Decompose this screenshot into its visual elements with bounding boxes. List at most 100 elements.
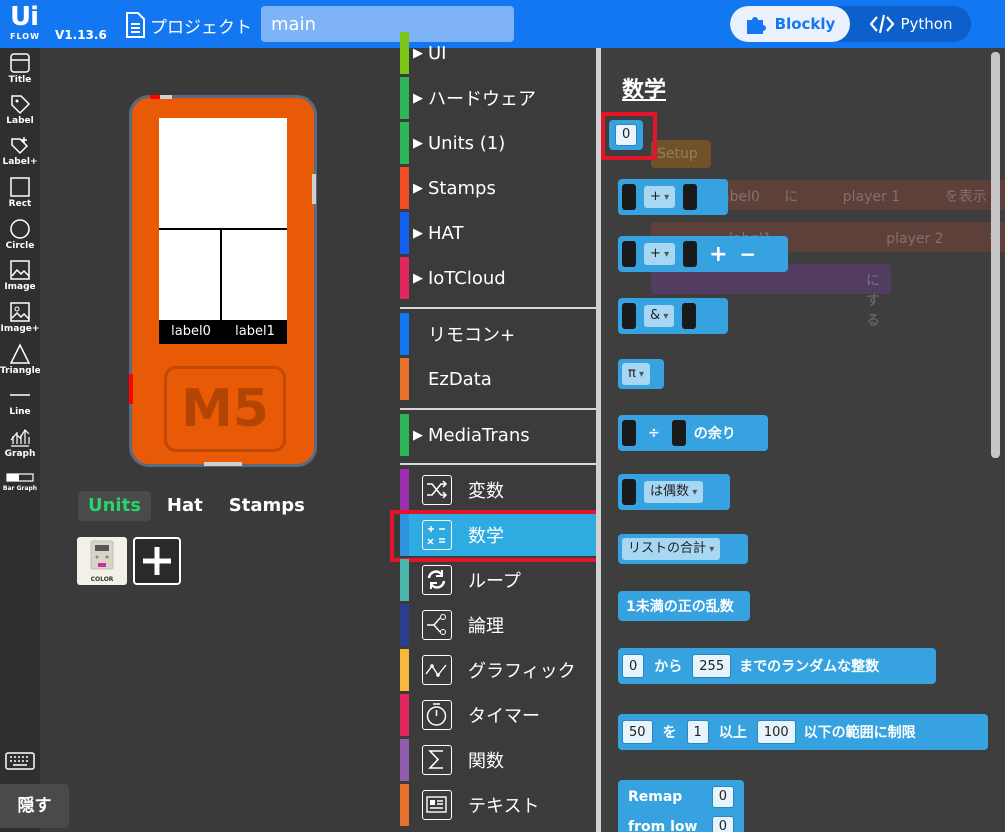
tool-image-plus[interactable]: Image+ (0, 301, 40, 334)
tool-line[interactable]: Line (0, 384, 40, 417)
screen-label0[interactable]: label0 (159, 320, 223, 344)
image-icon (10, 260, 30, 280)
constant-block[interactable]: π (618, 359, 664, 389)
device-top-button (160, 95, 172, 99)
operator-dropdown[interactable]: + (644, 186, 676, 208)
device-side-indicator (129, 374, 133, 404)
mode-switch[interactable]: Blockly Python (730, 6, 971, 42)
device-screen[interactable]: label0 label1 (159, 118, 287, 344)
operator-dropdown[interactable]: + (644, 243, 676, 265)
remainder-block[interactable]: ÷ の余り (618, 415, 768, 451)
category-variables[interactable]: 変数 (400, 469, 596, 511)
tool-image[interactable]: Image (0, 259, 40, 292)
category-remocon[interactable]: リモコン+ (400, 313, 596, 355)
screen-rect-left[interactable] (159, 230, 222, 320)
input-slot (671, 420, 686, 446)
ghost-text: に (784, 189, 799, 205)
flyout-scrollbar[interactable] (991, 52, 1000, 458)
category-stamps[interactable]: ▶ Stamps (400, 167, 596, 209)
category-timer[interactable]: タイマー (400, 694, 596, 736)
tool-title[interactable]: Title (0, 52, 40, 85)
project-label: プロジェクト (150, 17, 252, 38)
number-property-block[interactable]: は偶数 (618, 474, 730, 510)
tool-label-plus[interactable]: Label+ (0, 134, 40, 167)
tool-label: Label+ (2, 157, 38, 167)
remap-row: Remap 0 (628, 786, 734, 808)
bitwise-dropdown[interactable]: & (644, 305, 675, 327)
category-functions[interactable]: 関数 (400, 739, 596, 781)
category-color-bar (400, 77, 409, 119)
screen-label1[interactable]: label1 (223, 320, 287, 344)
category-loops[interactable]: ループ (400, 559, 596, 601)
constrain-block[interactable]: 50 を 1 以上 100 以下の範囲に制限 (618, 714, 988, 750)
from-low-value[interactable]: 0 (711, 816, 734, 832)
bitwise-block[interactable]: & (618, 298, 728, 334)
tool-label: Label (6, 116, 34, 126)
constrain-value[interactable]: 50 (622, 720, 653, 744)
remove-input-icon[interactable]: − (740, 242, 757, 266)
keyboard-icon[interactable] (5, 752, 35, 770)
math-highlight-frame (390, 510, 600, 562)
tab-stamps[interactable]: Stamps (219, 491, 315, 521)
list-math-block[interactable]: リストの合計 (618, 534, 748, 564)
random-fraction-block[interactable]: 1未満の正の乱数 (618, 591, 750, 621)
add-unit-button[interactable] (133, 537, 181, 585)
graph-icon (10, 429, 30, 447)
category-ezdata[interactable]: EzData (400, 358, 596, 400)
constant-dropdown[interactable]: π (622, 363, 651, 385)
category-hardware[interactable]: ▶ ハードウェア (400, 77, 596, 119)
category-label: リモコン+ (428, 325, 516, 346)
from-label: から (654, 659, 683, 675)
category-text[interactable]: テキスト (400, 784, 596, 826)
category-ui[interactable]: ▶ UI (400, 32, 596, 74)
tool-label-widget[interactable]: Label (0, 93, 40, 126)
constrain-min-value[interactable]: 1 (686, 720, 709, 744)
category-iotcloud[interactable]: ▶ IoTCloud (400, 257, 596, 299)
tool-label: Graph (4, 449, 36, 459)
tool-bar-graph[interactable]: Bar Graph (0, 472, 40, 492)
input-slot (622, 479, 636, 505)
category-graphics[interactable]: グラフィック (400, 649, 596, 691)
category-hat[interactable]: ▶ HAT (400, 212, 596, 254)
tool-label: Triangle (0, 366, 41, 376)
timer-icon (422, 700, 452, 730)
category-logic[interactable]: 論理 (400, 604, 596, 646)
tab-hat[interactable]: Hat (157, 491, 213, 521)
property-dropdown[interactable]: は偶数 (644, 481, 704, 503)
text-icon (422, 790, 452, 820)
category-mediatrans[interactable]: ▶ MediaTrans (400, 414, 596, 456)
arithmetic-block[interactable]: + (618, 179, 728, 215)
list-op-dropdown[interactable]: リストの合計 (622, 538, 721, 560)
tool-rect[interactable]: Rect (0, 176, 40, 209)
logo-subtext: FLOW (10, 32, 40, 41)
tool-triangle[interactable]: Triangle (0, 343, 41, 376)
category-color-bar (400, 414, 409, 456)
category-units[interactable]: ▶ Units (1) (400, 122, 596, 164)
category-label: UI (428, 42, 447, 64)
remap-value[interactable]: 0 (711, 786, 734, 808)
project-button[interactable]: プロジェクト (124, 12, 252, 38)
tool-graph[interactable]: Graph (0, 426, 40, 459)
category-label: Units (1) (428, 132, 506, 154)
tool-circle[interactable]: Circle (0, 218, 40, 251)
label-icon (11, 95, 31, 115)
category-color-bar (400, 313, 409, 355)
input-slot (622, 303, 636, 329)
tab-units[interactable]: Units (78, 491, 151, 521)
category-label: Stamps (428, 177, 496, 199)
random-int-block[interactable]: 0 から 255 までのランダムな整数 (618, 648, 936, 684)
input-slot (682, 303, 697, 329)
arithmetic-multi-block[interactable]: + + − (618, 236, 788, 272)
add-input-icon[interactable]: + (709, 242, 727, 267)
screen-title-rect[interactable] (159, 118, 287, 230)
random-from-value[interactable]: 0 (622, 654, 645, 678)
python-mode-button[interactable]: Python (850, 6, 971, 42)
color-unit-card[interactable]: COLOR (77, 537, 127, 585)
remap-block[interactable]: Remap 0 from low 0 (618, 780, 744, 832)
blockly-mode-button[interactable]: Blockly (730, 6, 850, 42)
random-to-value[interactable]: 255 (692, 654, 732, 678)
hide-button[interactable]: 隠す (0, 784, 69, 828)
constrain-max-value[interactable]: 100 (756, 720, 796, 744)
document-icon (126, 12, 145, 38)
math-block-flyout: 数学 Setup abel0 に player 1 を表示 label1 pla… (601, 48, 1005, 832)
